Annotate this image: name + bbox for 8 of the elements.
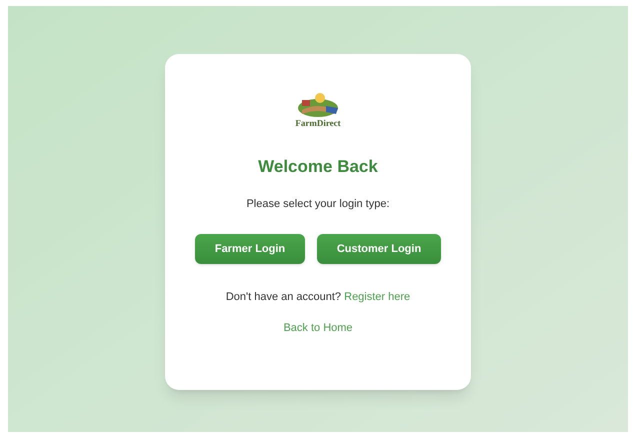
customer-login-button[interactable]: Customer Login (317, 234, 441, 264)
welcome-heading: Welcome Back (258, 156, 378, 178)
farmer-login-button[interactable]: Farmer Login (195, 234, 305, 264)
logo-text: FarmDirect (295, 118, 341, 128)
login-type-prompt: Please select your login type: (246, 196, 390, 212)
register-prompt: Don't have an account? Register here (226, 290, 410, 305)
register-link[interactable]: Register here (344, 291, 410, 303)
back-to-home-link[interactable]: Back to Home (283, 320, 353, 336)
